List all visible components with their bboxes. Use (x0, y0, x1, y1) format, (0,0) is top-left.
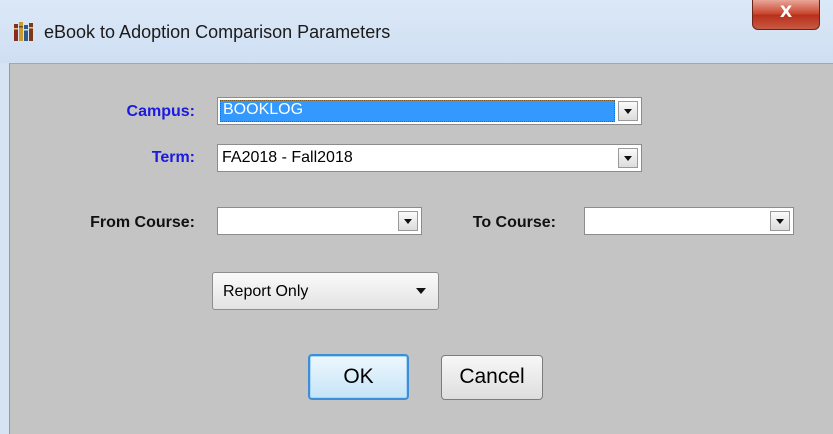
campus-label: Campus: (126, 103, 195, 120)
books-icon (14, 22, 33, 41)
term-combo[interactable]: FA2018 - Fall2018 (217, 144, 642, 172)
campus-combo[interactable]: BOOKLOG (217, 97, 642, 125)
chevron-down-icon[interactable] (618, 148, 638, 168)
chevron-down-icon[interactable] (398, 211, 418, 231)
chevron-down-icon[interactable] (770, 211, 790, 231)
dialog-window: eBook to Adoption Comparison Parameters … (0, 0, 833, 434)
from-course-combo[interactable] (217, 207, 422, 235)
to-course-label: To Course: (472, 214, 556, 231)
close-button[interactable]: X (752, 0, 820, 30)
from-course-label: From Course: (90, 214, 195, 231)
report-mode-select[interactable]: Report Only (212, 272, 439, 310)
title-bar[interactable]: eBook to Adoption Comparison Parameters … (0, 0, 833, 63)
cancel-button[interactable]: Cancel (441, 355, 543, 400)
term-label: Term: (151, 149, 195, 166)
term-value: FA2018 - Fall2018 (222, 149, 353, 166)
chevron-down-icon (416, 288, 426, 294)
ok-button[interactable]: OK (308, 354, 409, 400)
chevron-down-icon[interactable] (618, 101, 638, 121)
dialog-body: Campus: BOOKLOG Term: FA2018 - Fall2018 … (9, 63, 833, 434)
window-title: eBook to Adoption Comparison Parameters (44, 22, 391, 42)
report-mode-value: Report Only (223, 283, 309, 300)
campus-value: BOOKLOG (220, 100, 615, 122)
to-course-combo[interactable] (584, 207, 794, 235)
close-icon: X (779, 2, 793, 21)
